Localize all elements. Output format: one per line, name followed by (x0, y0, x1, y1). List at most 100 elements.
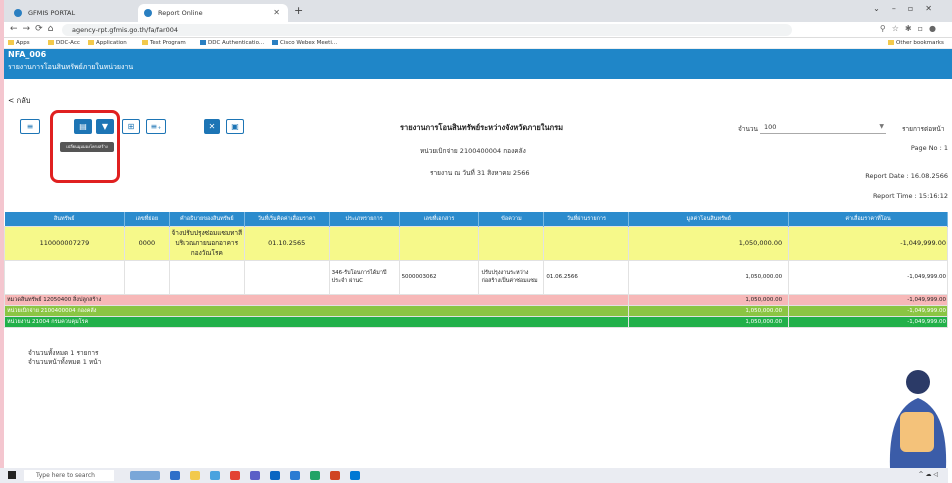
back-link[interactable]: < กลับ (8, 95, 31, 107)
teams-icon[interactable] (250, 471, 260, 480)
total-pages: จำนวนหน้าทั้งหมด 1 หน้า (28, 358, 102, 366)
file-explorer-icon[interactable] (190, 471, 200, 480)
bookmark-ddc-auth[interactable]: DDC Authenticatio... (200, 40, 264, 46)
cell-value: 1,050,000.00 (628, 225, 790, 261)
decorative-figure-icon (889, 370, 947, 468)
col-header[interactable]: วันที่เริ่มคิดค่าเสื่อมราคา (244, 212, 330, 226)
bookmark-apps[interactable]: Apps (8, 40, 30, 46)
cell-text (478, 225, 545, 261)
table-row[interactable]: 346-รับโอนการได้มาปีประจำ ผ่านC 50000030… (4, 259, 948, 295)
cell-post-date: 01.06.2566 (543, 259, 630, 295)
chrome-icon[interactable] (230, 471, 240, 480)
subtotal-label: หมวดสินทรัพย์ 12050400 สิ่งปลูกสร้าง (3, 293, 630, 306)
col-header[interactable]: เลขที่ย่อย (124, 212, 170, 226)
subtotal-row-unit: หน่วยเบิกจ่าย 2100400004 กองคลัง 1,050,0… (3, 304, 948, 317)
nav-buttons[interactable]: ←→⟳⌂ (10, 24, 58, 34)
cell-value: 1,050,000.00 (628, 259, 790, 295)
taskbar-search-input[interactable]: Type here to search (24, 470, 114, 481)
report-title: รายงานการโอนสินทรัพย์ระหว่างจังหวัดภายใน… (400, 123, 564, 132)
cell-dep: -1,049,999.00 (788, 225, 948, 261)
cell-dep-start: 01.10.2565 (243, 225, 330, 261)
system-tray[interactable]: ^ ☁ ◁ (919, 471, 938, 478)
subtotal-dep: -1,049,999.00 (788, 304, 948, 317)
chevron-down-icon: ▼ (879, 123, 884, 130)
menu-icon[interactable]: ≡ (20, 119, 40, 134)
subtotal-label: หน่วยเบิกจ่าย 2100400004 กองคลัง (3, 304, 630, 317)
edge-icon[interactable] (170, 471, 180, 480)
url-input[interactable]: agency-rpt.gfmis.go.th/fa/far004 (62, 24, 792, 36)
cell-asset (4, 259, 125, 295)
excel-icon[interactable] (310, 471, 320, 480)
search-placeholder: Type here to search (36, 472, 95, 479)
page-number: Page No : 1 (910, 144, 948, 152)
cell-post-date (543, 225, 630, 261)
subtotal-value: 1,050,000.00 (628, 304, 790, 317)
count-value: 100 (764, 123, 777, 131)
browser-actions[interactable]: ⚲☆✱▫● (880, 24, 942, 33)
col-header[interactable]: สินทรัพย์ (4, 212, 125, 226)
cell-dep: -1,049,999.00 (788, 259, 948, 295)
url-text: agency-rpt.gfmis.go.th/fa/far004 (72, 26, 179, 34)
cell-type (328, 225, 400, 261)
cell-desc (168, 259, 245, 295)
subtotal-value: 1,050,000.00 (628, 293, 790, 306)
windows-start-icon[interactable] (8, 471, 16, 479)
col-header[interactable]: ประเภทรายการ (329, 212, 400, 226)
col-header[interactable]: เลขที่เอกสาร (399, 212, 480, 226)
store-icon[interactable] (350, 471, 360, 480)
close-icon[interactable]: ✕ (273, 8, 280, 17)
window-controls[interactable]: ⌄–▫✕ (873, 4, 944, 13)
cell-text: ปรับปรุงงานระหว่างก่อสร้างเป็นค่าซ่อมแซม (478, 259, 545, 295)
cell-sub: 0000 (123, 225, 170, 261)
app-icon[interactable] (210, 471, 220, 480)
bookmark-test-program[interactable]: Test Program (142, 40, 186, 46)
col-header[interactable]: ข้อความ (478, 212, 545, 226)
report-table: สินทรัพย์ เลขที่ย่อย คำอธิบายของสินทรัพย… (3, 212, 948, 328)
col-header[interactable]: วันที่ผ่านรายการ (543, 212, 630, 226)
excel-export-icon[interactable]: ✕ (204, 119, 220, 134)
bookmark-application[interactable]: Application (88, 40, 127, 46)
subtotal-dep: -1,049,999.00 (788, 315, 948, 328)
add-view-icon[interactable]: ⊞ (122, 119, 140, 134)
outlook-icon[interactable] (270, 471, 280, 480)
tab-report-online[interactable]: Report Online ✕ (138, 4, 288, 22)
new-tab-icon[interactable]: + (294, 4, 303, 17)
cell-doc (398, 225, 480, 261)
tooltip: เปลี่ยนมุมมองโครงสร้าง (60, 142, 114, 152)
table-row[interactable]: 110000007279 0000 จ้างปรับปรุงซ่อมแซมทาส… (4, 225, 948, 261)
word-icon[interactable] (290, 471, 300, 480)
cell-doc: 5000003062 (398, 259, 480, 295)
tab-label: GFMIS PORTAL (28, 9, 76, 17)
address-bar: ←→⟳⌂ agency-rpt.gfmis.go.th/fa/far004 ⚲☆… (4, 22, 952, 38)
cell-asset: 110000007279 (4, 225, 125, 261)
taskbar: Type here to search ^ ☁ ◁ (0, 468, 948, 483)
report-unit: หน่วยเบิกจ่าย 2100400004 กองคลัง (420, 147, 526, 155)
task-view-icon[interactable] (130, 471, 160, 480)
tab-gfmis-portal[interactable]: GFMIS PORTAL ✕ (8, 4, 158, 22)
col-header[interactable]: มูลค่าโอนสินทรัพย์ (628, 212, 790, 226)
add-row-icon[interactable]: ≡₊ (146, 119, 166, 134)
cell-dep-start (243, 259, 330, 295)
image-export-icon[interactable]: ▣ (226, 119, 244, 134)
report-as-of: รายงาน ณ วันที่ 31 สิงหาคม 2566 (430, 169, 530, 177)
tab-label: Report Online (158, 9, 203, 17)
col-header[interactable]: ค่าเสื่อมราคาที่โอน (788, 212, 948, 226)
report-time: Report Time : 15:16:12 (872, 192, 948, 200)
powerpoint-icon[interactable] (330, 471, 340, 480)
table-header-row: สินทรัพย์ เลขที่ย่อย คำอธิบายของสินทรัพย… (4, 212, 948, 226)
count-select[interactable]: 100 ▼ (760, 120, 886, 134)
col-header[interactable]: คำอธิบายของสินทรัพย์ (169, 212, 245, 226)
subtotal-row-asset-class: หมวดสินทรัพย์ 12050400 สิ่งปลูกสร้าง 1,0… (3, 293, 948, 306)
report-date: Report Date : 16.08.2566 (865, 172, 948, 180)
subtotal-label: หน่วยงาน 21004 กรมควบคุมโรค (3, 315, 630, 328)
favicon-icon (14, 9, 22, 17)
page-header: NFA_006 รายงานการโอนสินทรัพย์ภายในหน่วยง… (4, 49, 952, 79)
favicon-icon (144, 9, 152, 17)
bookmark-other[interactable]: Other bookmarks (888, 40, 944, 46)
cell-desc: จ้างปรับปรุงซ่อมแซมทาสีบริเวณภายนอกอาคาร… (168, 225, 245, 261)
subtotal-dep: -1,049,999.00 (788, 293, 948, 306)
bookmark-webex[interactable]: Cisco Webex Meeti... (272, 40, 337, 46)
bookmark-ddc-acc[interactable]: DDC-Acc (48, 40, 80, 46)
per-page-label: รายการต่อหน้า (902, 125, 945, 133)
subtotal-row-agency: หน่วยงาน 21004 กรมควบคุมโรค 1,050,000.00… (3, 315, 948, 328)
